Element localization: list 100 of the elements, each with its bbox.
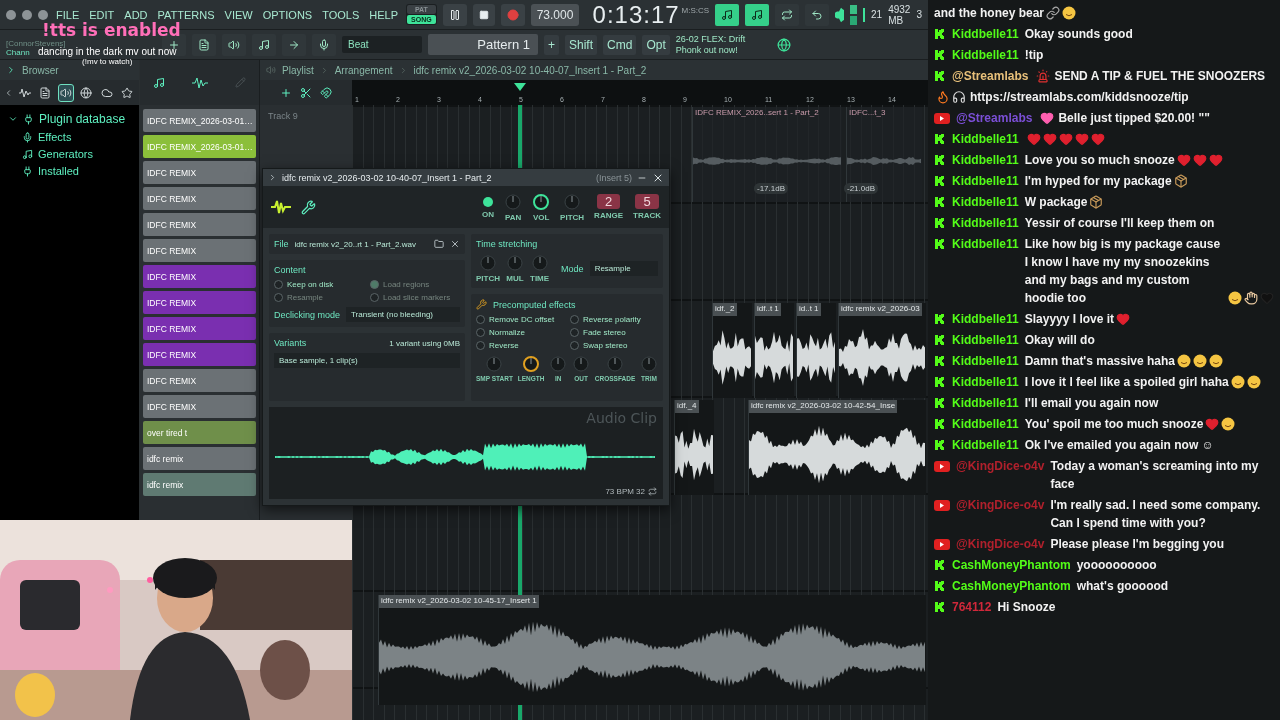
modifier-key-button[interactable]: Opt — [642, 34, 670, 55]
chat-username[interactable]: @Streamlabs — [952, 67, 1029, 85]
file-name: idfc remix v2_20..rt 1 - Part_2.wav — [294, 239, 417, 249]
breadcrumb-item[interactable]: Arrangement — [334, 64, 393, 76]
chat-username[interactable]: Kiddbelle11 — [952, 193, 1019, 211]
chat-message-text: I'm hyped for my package — [1024, 173, 1172, 190]
browser-title: Browser — [22, 64, 59, 76]
chat-message-text: I'm really sad. I need some company. Can I spend time with you? — [1050, 497, 1262, 532]
window-title: idfc remix v2_2026-03-02 10-40-07_Insert 1 - Part_2 — [282, 172, 493, 183]
audio-clip[interactable]: idfc remix v2_2026-03-02 10-45-17_Insert 1 — [378, 595, 926, 705]
clip-source-item[interactable]: IDFC REMIX — [143, 265, 256, 288]
channel-label: Chann — [6, 48, 30, 57]
chat-username[interactable]: CashMoneyPhantom — [952, 556, 1071, 574]
audio-clip[interactable]: idf..t 1 — [754, 303, 794, 398]
audio-clip[interactable]: idfc remix v2_2026-03-02 10-42-54_Inse — [748, 400, 926, 495]
add-pattern-button[interactable]: + — [544, 34, 559, 55]
chat-message-text: Please please I'm begging you — [1050, 536, 1224, 553]
chat-message-text: Like how big is my package cause I know I have my my snoozekins and my bags and my custom hoodie too — [1024, 236, 1222, 307]
insert-label: (Insert 5) — [596, 172, 632, 183]
section-title: Variants — [274, 338, 307, 348]
clip-source-item[interactable]: IDFC REMIX — [143, 187, 256, 210]
chat-username[interactable]: Kiddbelle11 — [952, 310, 1019, 328]
clip-source-item[interactable]: idfc remix — [143, 447, 256, 470]
mode-dropdown[interactable]: Resample — [589, 261, 658, 276]
chat-username[interactable]: Kiddbelle11 — [952, 331, 1019, 349]
control-label: PITCH — [560, 212, 585, 222]
radio-option[interactable]: Keep on disk — [274, 280, 364, 289]
chat-message-text: I love it I feel like a spoiled girl haha — [1024, 374, 1229, 391]
chat-username[interactable]: Kiddbelle11 — [952, 373, 1019, 391]
effect-toggle[interactable]: Reverse — [476, 341, 564, 350]
audio-clip[interactable]: idf._4 — [674, 400, 714, 495]
tempo-field[interactable]: 73.000 — [530, 3, 580, 26]
chat-username[interactable]: Kiddbelle11 — [952, 352, 1019, 370]
pattern-selector[interactable]: Pattern 1 — [428, 34, 538, 55]
chat-message-text: Okay sounds good — [1024, 26, 1133, 43]
chat-message-text: Hi Snooze — [997, 599, 1056, 616]
clip-label: IDFC REMIX_2026..sert 1 - Part_2 — [694, 107, 820, 119]
browser-tree-item[interactable]: Plugin database — [8, 111, 131, 127]
effect-toggle[interactable]: Normalize — [476, 328, 564, 337]
chat-username[interactable]: Kiddbelle11 — [952, 394, 1019, 412]
value-display[interactable]: 2 — [596, 194, 621, 209]
chat-message-text: !tip — [1024, 47, 1044, 64]
time-display: 0:13:17 — [592, 0, 680, 29]
snap-dropdown[interactable]: Beat — [342, 36, 422, 53]
menu-item[interactable]: FILE — [54, 8, 82, 21]
bpm-label: 73 BPM 32 — [605, 487, 645, 496]
breadcrumb-item[interactable]: idfc remix v2_2026-03-02 10-40-07_Insert 1 - Part_2 — [413, 64, 647, 76]
chat-message-text: W package — [1024, 194, 1088, 211]
clip-source-item[interactable]: IDFC REMIX — [143, 239, 256, 262]
clip-source-item[interactable]: IDFC REMIX — [143, 343, 256, 366]
clip-label: idf..t 1 — [755, 303, 781, 316]
news-ticker[interactable]: 26-02 FLEX: Drift Phonk out now! — [675, 33, 771, 56]
chat-username[interactable]: Kiddbelle11 — [952, 46, 1019, 64]
menu-item[interactable]: VIEW — [222, 8, 255, 21]
clip-label: IDFC...t_3 — [848, 107, 887, 119]
clip-source-item[interactable]: IDFC REMIX — [143, 317, 256, 340]
clip-source-item[interactable]: IDFC REMIX_2026-03-01… — [143, 109, 256, 132]
effect-toggle[interactable]: Reverse polarity — [570, 315, 658, 324]
chat-message-text: yoooooooooo — [1076, 557, 1157, 574]
chat-username[interactable]: CashMoneyPhantom — [952, 577, 1071, 595]
chat-username[interactable]: Kiddbelle11 — [952, 172, 1019, 190]
audio-clip[interactable]: id..t 1 — [796, 303, 836, 398]
gain-label: -17.1dB — [754, 183, 789, 194]
effect-toggle[interactable]: Fade stereo — [570, 328, 658, 337]
variant-item[interactable]: Base sample, 1 clip(s) — [274, 353, 460, 368]
clip-source-item[interactable]: IDFC REMIX — [143, 369, 256, 392]
menu-item[interactable]: HELP — [367, 8, 401, 21]
effect-toggle[interactable]: Remove DC offset — [476, 315, 564, 324]
gain-label: -21.0dB — [844, 183, 879, 194]
chat-username[interactable]: Kiddbelle11 — [952, 415, 1019, 433]
audio-clip[interactable]: idfc remix v2_2026-03 — [838, 303, 926, 398]
menu-item[interactable]: TOOLS — [320, 8, 362, 21]
effect-toggle[interactable]: Swap stereo — [570, 341, 658, 350]
chat-username[interactable]: Kiddbelle11 — [952, 214, 1019, 232]
browser-tree-item[interactable]: Installed — [8, 164, 131, 178]
clip-source-item[interactable]: IDFC REMIX — [143, 213, 256, 236]
chat-username[interactable]: Kiddbelle11 — [952, 151, 1019, 169]
clip-source-item[interactable]: over tired t — [143, 421, 256, 444]
modifier-key-button[interactable]: Shift — [565, 34, 598, 55]
menu-item[interactable]: ADD — [122, 8, 150, 21]
browser-tree-item[interactable]: Generators — [8, 147, 131, 161]
declicking-dropdown[interactable]: Transient (no bleeding) — [346, 307, 460, 322]
clip-source-item[interactable]: IDFC REMIX — [143, 395, 256, 418]
chat-message-text: SEND A TIP & FUEL THE SNOOZERS — [1054, 68, 1266, 85]
menu-item[interactable]: PATTERNS — [155, 8, 217, 21]
chat-username[interactable]: Kiddbelle11 — [952, 436, 1019, 454]
clip-source-item[interactable]: IDFC REMIX — [143, 161, 256, 184]
chat-username[interactable]: Kiddbelle11 — [952, 130, 1019, 148]
cpu-reading: 21 — [871, 9, 883, 20]
clip-source-item[interactable]: IDFC REMIX — [143, 291, 256, 314]
modifier-key-button[interactable]: Cmd — [603, 34, 637, 55]
control-label: TRACK — [633, 211, 661, 220]
browser-tree-item[interactable]: Effects — [8, 130, 131, 144]
chat-username[interactable]: Kiddbelle11 — [952, 235, 1019, 253]
chat-username[interactable]: Kiddbelle11 — [952, 25, 1019, 43]
menu-item[interactable]: OPTIONS — [260, 8, 315, 21]
menu-item[interactable]: EDIT — [87, 8, 117, 21]
audio-clip[interactable]: idf._2 — [712, 303, 752, 398]
clip-source-item[interactable]: idfc remix — [143, 473, 256, 496]
value-display[interactable]: 5 — [635, 194, 659, 209]
